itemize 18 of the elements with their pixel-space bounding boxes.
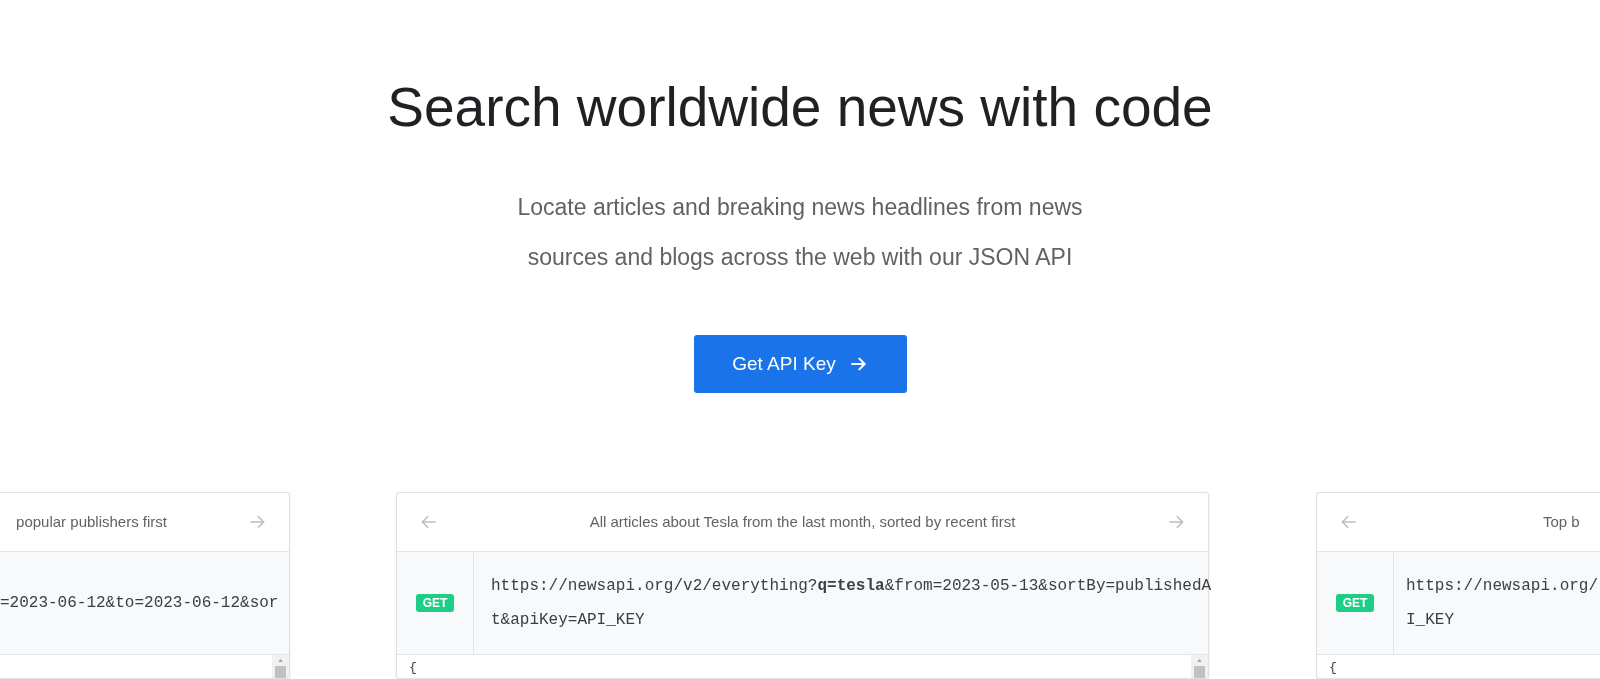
get-api-key-button[interactable]: Get API Key	[693, 335, 907, 393]
request-url: I_KEY	[1406, 610, 1455, 631]
method-badge: GET	[415, 594, 455, 612]
request-url: https://newsapi.org/	[1406, 576, 1599, 597]
card-title: All articles about Tesla from the last month, sorted by recent first	[589, 511, 1016, 532]
card-title: Top b	[1543, 511, 1580, 532]
scroll-thumb[interactable]	[275, 666, 286, 678]
code-line: {	[409, 660, 417, 675]
scrollbar[interactable]	[1191, 655, 1208, 678]
scroll-thumb[interactable]	[1194, 666, 1205, 678]
request-url: https://newsapi.org/v2/everything?q=tesla&from=2023-05-13&sortBy=publishedAt&apiKey=API_KEY	[491, 576, 1212, 631]
page-subtitle: Locate articles and breaking news headlines from news sources and blogs across the web with our JSON API	[516, 193, 1084, 272]
card-title: popular publishers first	[16, 511, 167, 532]
method-badge: GET	[1335, 594, 1375, 612]
code-line: {	[1329, 660, 1337, 675]
page-title: Search worldwide news with code	[387, 76, 1213, 138]
scrollbar[interactable]	[272, 655, 289, 678]
request-url: =2023-06-12&to=2023-06-12&sor	[0, 593, 279, 614]
